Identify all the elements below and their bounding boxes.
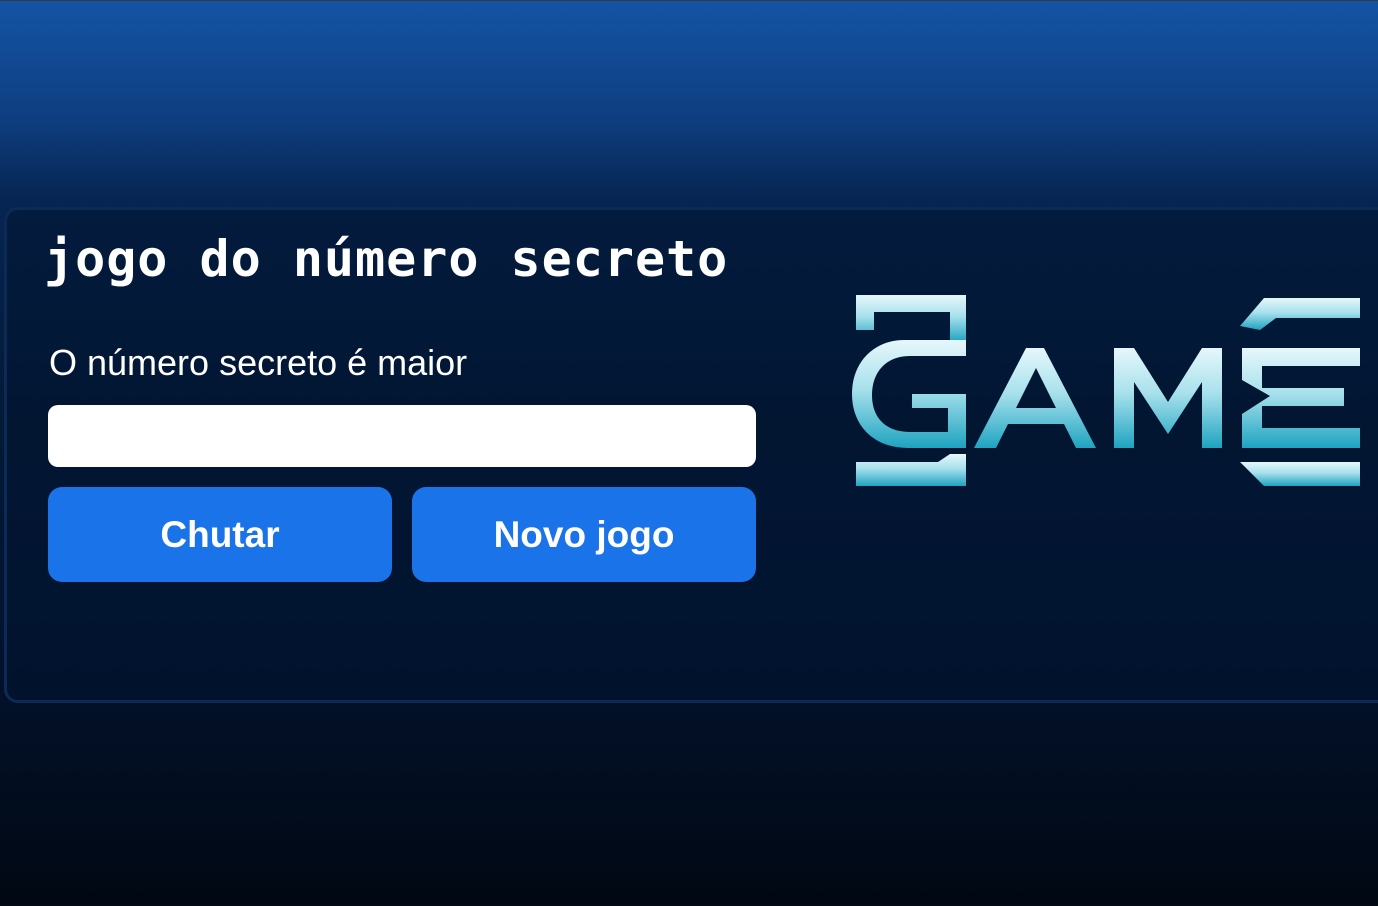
hint-text: O número secreto é maior xyxy=(49,342,468,383)
page-title: jogo do número secreto xyxy=(44,230,729,288)
guess-input[interactable] xyxy=(48,405,756,467)
new-game-button[interactable]: Novo jogo xyxy=(412,487,756,582)
window-top-edge xyxy=(0,0,1378,1)
game-logo-image xyxy=(852,295,1360,486)
guess-button[interactable]: Chutar xyxy=(48,487,392,582)
